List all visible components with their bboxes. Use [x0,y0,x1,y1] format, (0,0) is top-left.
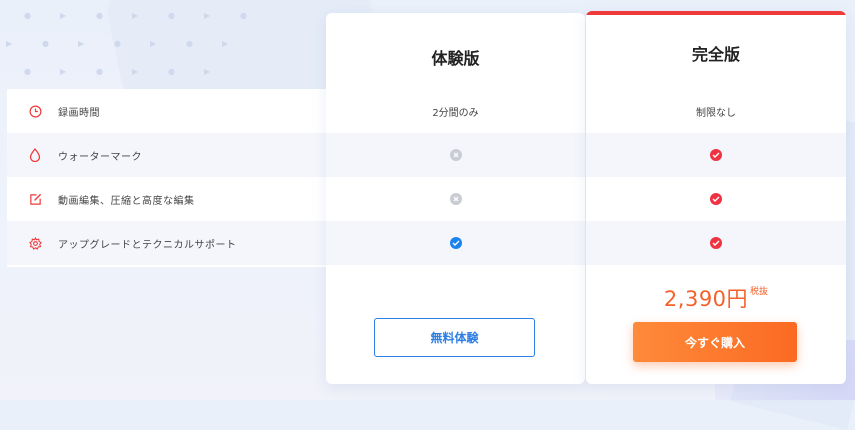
plan-title: 体験版 [431,49,480,68]
edit-icon [27,191,43,207]
cross-icon [449,193,462,205]
full-recording-time-cell: 制限なし [586,89,846,133]
feature-label: 録画時間 [58,107,100,119]
feature-row-editing: 動画編集、圧縮と高度な編集 [7,177,327,221]
price-amount: 2,390円 [663,287,749,311]
buy-now-button[interactable]: 今すぐ購入 [633,322,797,362]
full-support-cell [586,221,846,265]
trial-recording-time-cell: 2分間のみ [326,89,585,133]
recording-time-value: 制限なし [696,107,736,119]
full-watermark-cell [586,133,846,177]
trial-editing-cell [326,177,585,221]
check-icon [710,149,722,161]
gear-icon [27,235,43,251]
drop-icon [27,147,43,163]
check-icon [710,237,722,249]
plan-title: 完全版 [691,45,740,64]
card-accent-bar [586,11,846,15]
feature-label: アップグレードとテクニカルサポート [58,239,237,251]
trial-support-cell [326,221,585,265]
price-tax-note: 税抜 [750,287,769,297]
check-icon [710,193,722,205]
trial-plan-card: 体験版 2分間のみ 無料体験 [326,13,585,384]
feature-label: ウォーターマーク [58,151,142,163]
feature-list: 録画時間 ウォーターマーク 動画編集、圧縮と高度な編集 アップグレードとテクニカ… [7,89,327,267]
full-plan-card: 完全版 制限なし 2,390円 税抜 今すぐ購入 [586,11,846,384]
feature-row-support: アップグレードとテクニカルサポート [7,221,327,265]
check-icon [449,237,462,249]
cross-icon [449,149,462,161]
feature-row-recording-time: 録画時間 [7,89,327,133]
price: 2,390円 税抜 [586,283,846,313]
free-trial-button[interactable]: 無料体験 [374,318,535,357]
clock-icon [27,103,43,119]
background-dot-pattern: ● ▶ ● ▶ ● ▶ ● ▶ ● ▶ ● ▶ ● ▶ ● ▶ ● ▶ ● ▶ [6,11,247,76]
trial-watermark-cell [326,133,585,177]
feature-row-watermark: ウォーターマーク [7,133,327,177]
full-editing-cell [586,177,846,221]
feature-label: 動画編集、圧縮と高度な編集 [58,195,195,207]
recording-time-value: 2分間のみ [432,107,479,119]
